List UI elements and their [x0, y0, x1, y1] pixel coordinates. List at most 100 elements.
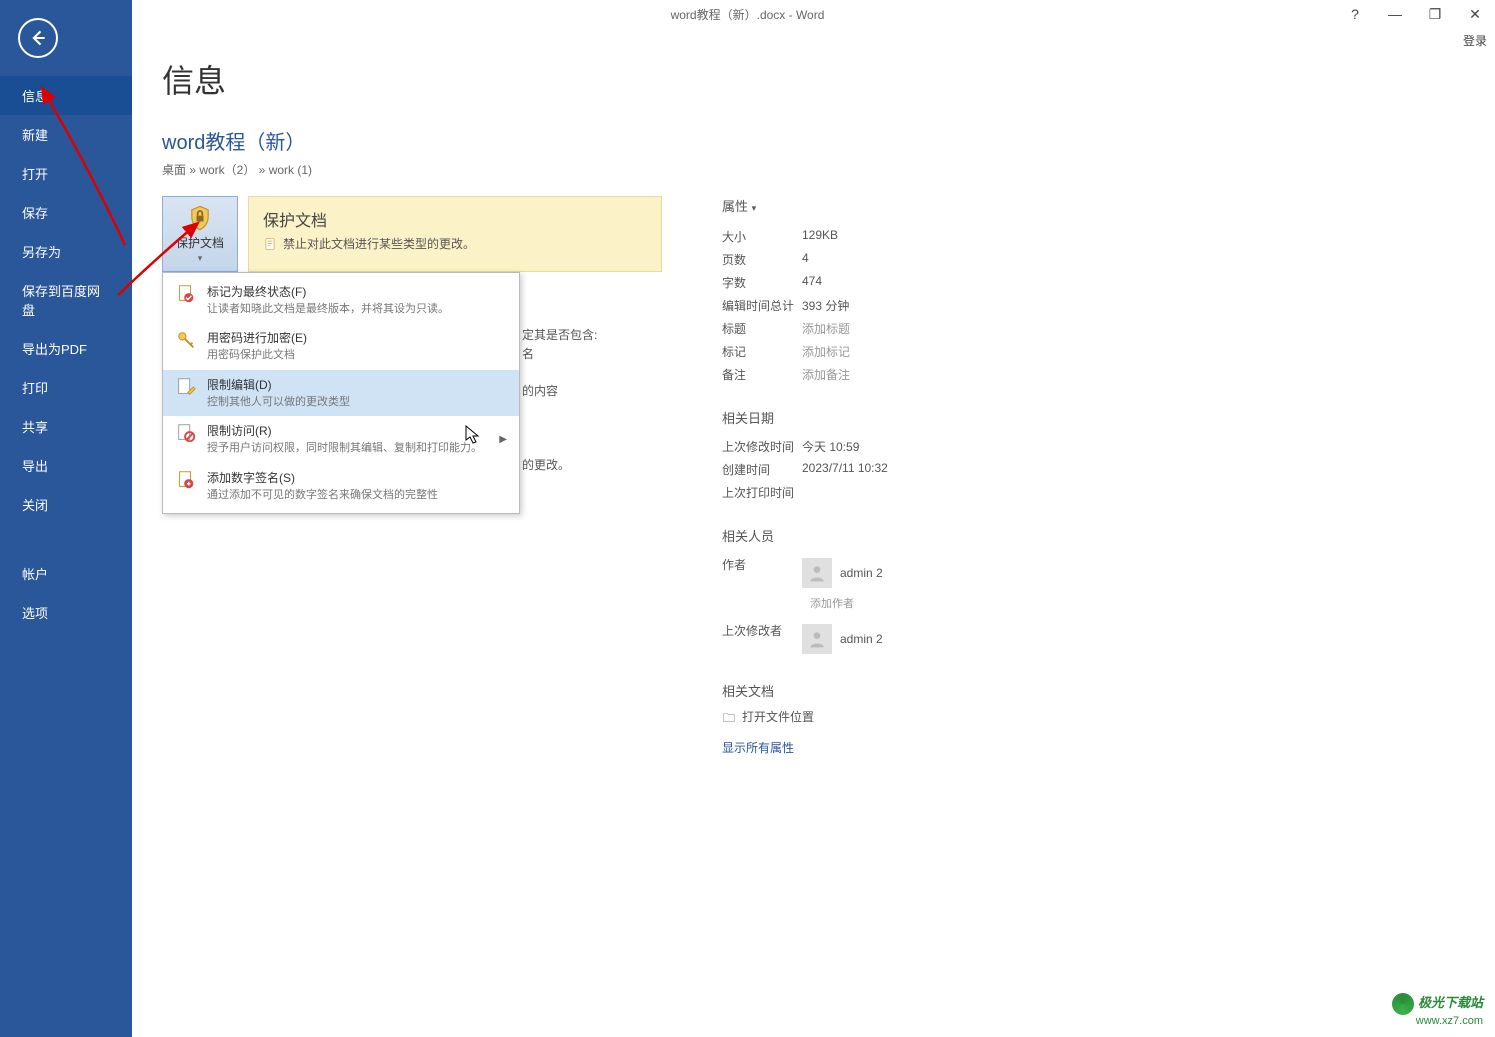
protect-button-label: 保护文档 [176, 234, 224, 251]
chevron-down-icon: ▾ [752, 203, 757, 213]
folder-icon [722, 710, 736, 724]
window-controls: ? — ❐ ✕ [1335, 0, 1495, 28]
date-row: 上次修改时间今天 10:59 [722, 435, 1052, 458]
protect-panel-title: 保护文档 [263, 207, 647, 231]
doc-warn-icon [263, 237, 277, 251]
related-dates-header: 相关日期 [722, 408, 1052, 427]
minimize-button[interactable]: — [1375, 0, 1415, 28]
protect-document-button[interactable]: 保护文档 ▾ [162, 196, 238, 272]
document-title: word教程（新） [162, 126, 1465, 155]
date-value: 2023/7/11 10:32 [802, 461, 888, 478]
date-value: 今天 10:59 [802, 438, 859, 455]
dropdown-item-2[interactable]: 限制编辑(D)控制其他人可以做的更改类型 [163, 370, 519, 416]
doc-pencil-icon [175, 376, 197, 398]
nav-item-9[interactable]: 导出 [0, 446, 132, 485]
versions-peek: 的更改。 [522, 456, 570, 473]
dropdown-item-4[interactable]: 添加数字签名(S)通过添加不可见的数字签名来确保文档的完整性 [163, 463, 519, 509]
nav-item-10[interactable]: 关闭 [0, 485, 132, 524]
related-people-header: 相关人员 [722, 526, 1052, 545]
properties-header[interactable]: 属性 ▾ [722, 196, 1052, 215]
property-key: 备注 [722, 366, 802, 383]
nav-item-3[interactable]: 保存 [0, 193, 132, 232]
date-row: 上次打印时间 [722, 481, 1052, 504]
protect-document-block: 保护文档 ▾ 保护文档 禁止对此文档进行某些类型的更改。 [162, 196, 662, 272]
property-row: 标记添加标记 [722, 340, 1052, 363]
property-value: 129KB [802, 228, 838, 245]
property-value[interactable]: 添加备注 [802, 366, 850, 383]
window-title: word教程（新）.docx - Word [671, 6, 825, 23]
dropdown-item-title: 用密码进行加密(E) [207, 329, 507, 346]
property-value[interactable]: 添加标记 [802, 343, 850, 360]
person-icon [807, 629, 827, 649]
key-lock-icon [175, 329, 197, 351]
dropdown-item-title: 限制编辑(D) [207, 376, 507, 393]
protect-panel-desc: 禁止对此文档进行某些类型的更改。 [283, 235, 475, 252]
property-value: 474 [802, 274, 822, 291]
breadcrumb: 桌面 » work（2） » work (1) [162, 161, 1465, 178]
dropdown-item-1[interactable]: 用密码进行加密(E) 用密码保护此文档 [163, 323, 519, 369]
date-row: 创建时间2023/7/11 10:32 [722, 458, 1052, 481]
property-key: 字数 [722, 274, 802, 291]
nav-item-8[interactable]: 共享 [0, 407, 132, 446]
property-key: 标记 [722, 343, 802, 360]
close-button[interactable]: ✕ [1455, 0, 1495, 28]
property-key: 页数 [722, 251, 802, 268]
show-all-properties-link[interactable]: 显示所有属性 [722, 739, 794, 756]
dropdown-item-0[interactable]: 标记为最终状态(F) 让读者知晓此文档是最终版本，并将其设为只读。 [163, 277, 519, 323]
nav-item-4[interactable]: 另存为 [0, 232, 132, 271]
nav-item-5[interactable]: 保存到百度网盘 [0, 271, 132, 329]
open-file-location[interactable]: 打开文件位置 [722, 708, 1052, 725]
property-value: 393 分钟 [802, 297, 849, 314]
nav-item-0[interactable]: 信息 [0, 76, 132, 115]
avatar [802, 624, 832, 654]
property-key: 标题 [722, 320, 802, 337]
add-author-link[interactable]: 添加作者 [810, 595, 1052, 611]
modifier-name: admin 2 [840, 632, 883, 646]
property-row: 大小129KB [722, 225, 1052, 248]
nav-item-1[interactable]: 新建 [0, 115, 132, 154]
dropdown-item-desc: 用密码保护此文档 [207, 348, 507, 363]
chevron-right-icon: ▶ [499, 434, 507, 445]
protect-status-panel: 保护文档 禁止对此文档进行某些类型的更改。 [248, 196, 662, 272]
inspect-doc-peek: 定其是否包含: 名 [522, 326, 597, 364]
help-button[interactable]: ? [1335, 0, 1375, 28]
date-key: 上次修改时间 [722, 438, 802, 455]
backstage-main: 信息 word教程（新） 桌面 » work（2） » work (1) 保护文… [132, 28, 1495, 1037]
nav-item-2[interactable]: 打开 [0, 154, 132, 193]
arrow-left-icon [28, 28, 48, 48]
nav-item-6[interactable]: 导出为PDF [0, 329, 132, 368]
nav-item-12[interactable]: 选项 [0, 593, 132, 632]
dropdown-item-title: 标记为最终状态(F) [207, 283, 507, 300]
restore-button[interactable]: ❐ [1415, 0, 1455, 28]
doc-sign-icon [175, 469, 197, 491]
date-key: 上次打印时间 [722, 484, 802, 501]
avatar [802, 558, 832, 588]
nav-item-7[interactable]: 打印 [0, 368, 132, 407]
dropdown-item-desc: 让读者知晓此文档是最终版本，并将其设为只读。 [207, 302, 507, 317]
property-row: 编辑时间总计393 分钟 [722, 294, 1052, 317]
nav-item-11[interactable]: 帐户 [0, 554, 132, 593]
property-key: 大小 [722, 228, 802, 245]
date-key: 创建时间 [722, 461, 802, 478]
watermark: 极光下载站 www.xz7.com [1392, 992, 1483, 1027]
dropdown-item-3[interactable]: 限制访问(R) 授予用户访问权限，同时限制其编辑、复制和打印能力。 ▶ [163, 416, 519, 462]
author-label: 作者 [722, 556, 802, 590]
properties-panel: 属性 ▾ 大小129KB页数4字数474编辑时间总计393 分钟标题添加标题标记… [722, 196, 1052, 756]
modifier-label: 上次修改者 [722, 622, 802, 656]
chevron-down-icon: ▾ [198, 253, 203, 264]
protect-document-dropdown: 标记为最终状态(F)让读者知晓此文档是最终版本，并将其设为只读。用密码进行加密(… [162, 272, 520, 514]
shield-lock-icon [186, 204, 214, 232]
dropdown-item-desc: 授予用户访问权限，同时限制其编辑、复制和打印能力。 [207, 441, 489, 456]
property-value[interactable]: 添加标题 [802, 320, 850, 337]
person-icon [807, 563, 827, 583]
titlebar: word教程（新）.docx - Word ? — ❐ ✕ [0, 0, 1495, 28]
property-row: 字数474 [722, 271, 1052, 294]
author-name: admin 2 [840, 566, 883, 580]
dropdown-item-desc: 通过添加不可见的数字签名来确保文档的完整性 [207, 488, 507, 503]
watermark-logo-icon [1392, 993, 1414, 1015]
dropdown-item-title: 限制访问(R) [207, 422, 489, 439]
back-button[interactable] [18, 18, 58, 58]
related-docs-header: 相关文档 [722, 681, 1052, 700]
doc-check-icon [175, 283, 197, 305]
property-row: 页数4 [722, 248, 1052, 271]
